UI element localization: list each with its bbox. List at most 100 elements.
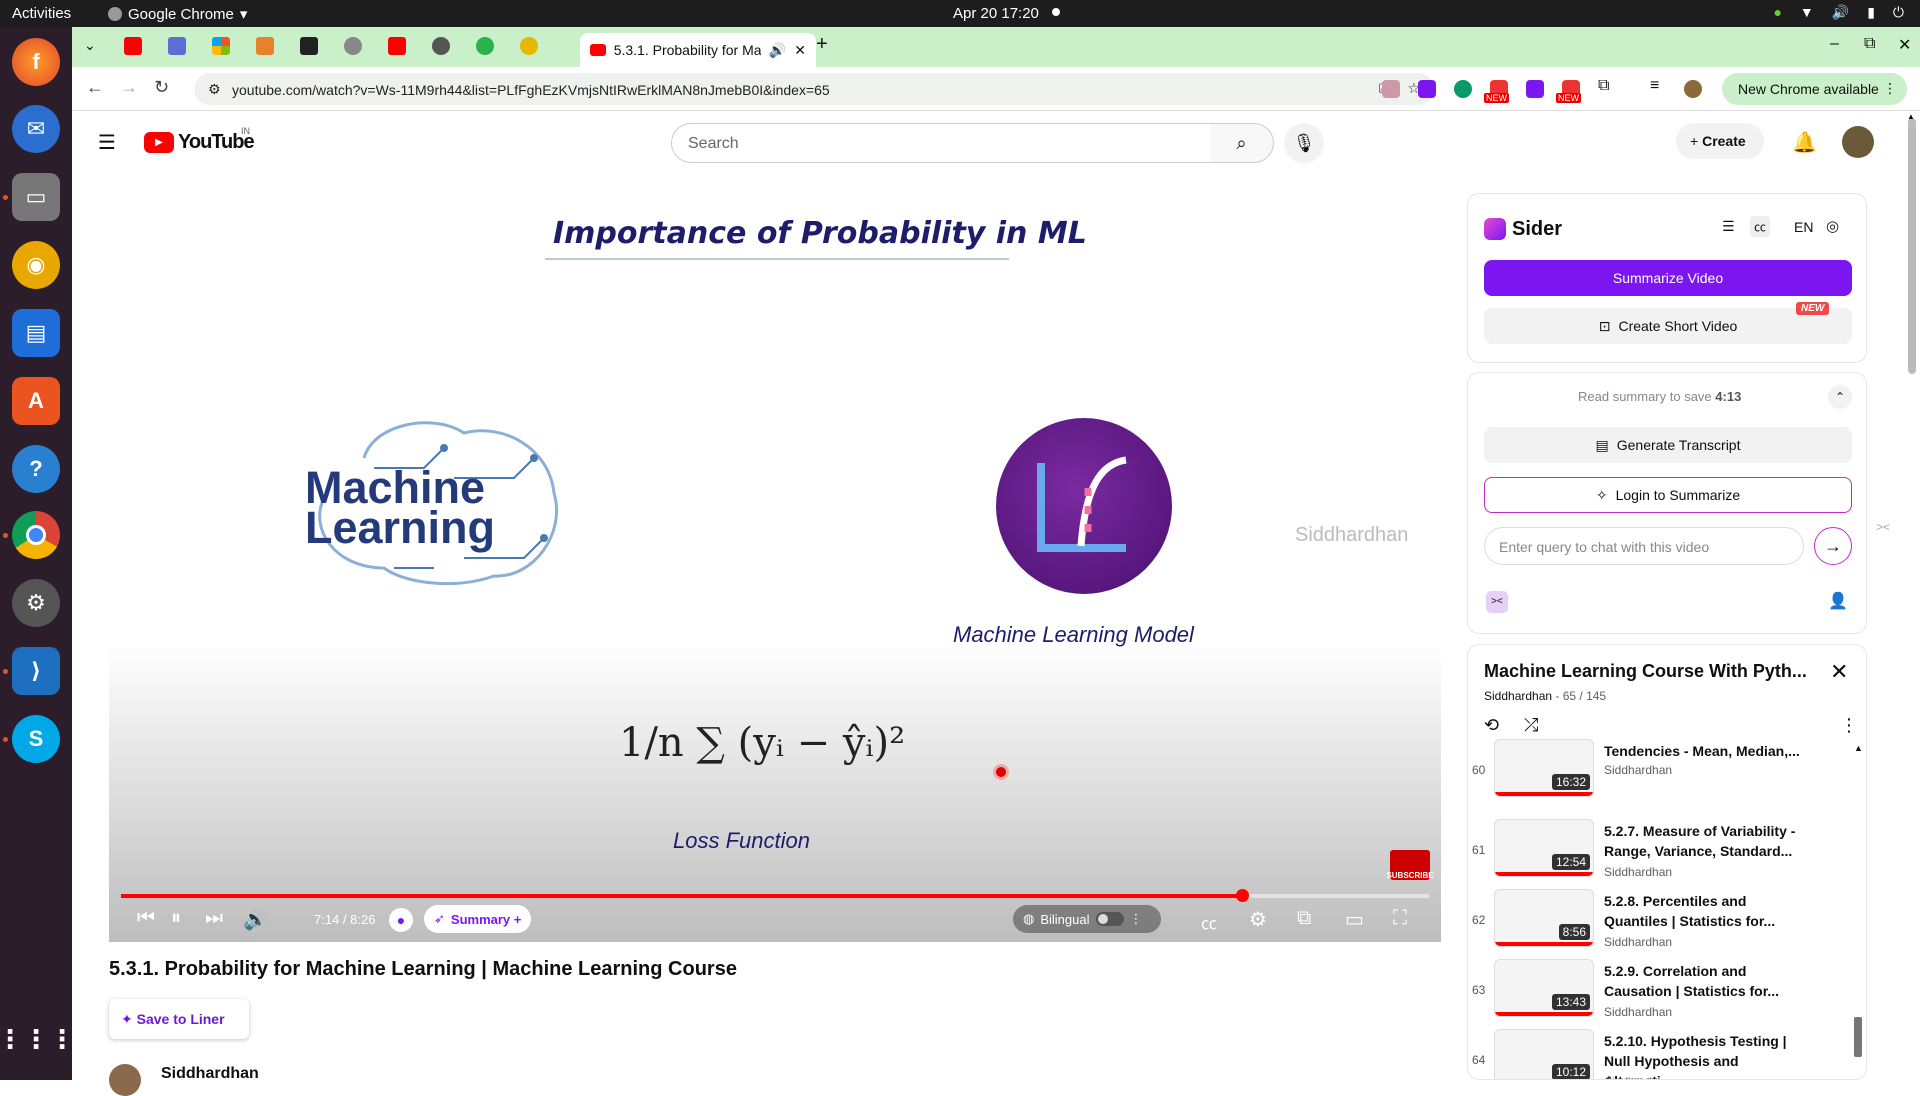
settings-button[interactable]: ⚙ (1249, 907, 1267, 932)
skype-icon[interactable]: S (12, 715, 60, 763)
theater-button[interactable]: ▭ (1345, 907, 1364, 932)
hamburger-icon[interactable]: ☰ (98, 130, 116, 155)
playlist-item[interactable]: 63 13:43 5.2.9. Correlation and Causation … (1468, 959, 1866, 1029)
pause-button[interactable]: ⏸ (171, 907, 181, 930)
more-icon[interactable]: ⋮ (1130, 911, 1143, 927)
help-icon[interactable]: ? (12, 445, 60, 493)
next-button[interactable]: ⏭ (205, 907, 223, 930)
clock[interactable]: Apr 20 17:20 (953, 5, 1039, 22)
playlist-scrollbar[interactable] (1854, 1017, 1862, 1057)
tab-active[interactable]: 5.3.1. Probability for Ma 🔊 ✕ (580, 33, 816, 67)
vscode-icon[interactable]: ⟩ (12, 647, 60, 695)
search-button[interactable]: ⌕ (1210, 123, 1274, 163)
subscribe-watermark[interactable]: SUBSCRIBE (1386, 850, 1434, 880)
new-tab-button[interactable]: + (816, 33, 828, 56)
playlist-item[interactable]: 60 16:32 Tendencies - Mean, Median,... Sidd… (1468, 739, 1866, 809)
location-icon[interactable]: ● (389, 908, 413, 932)
toggle-switch[interactable] (1095, 912, 1124, 926)
playlist-item-title[interactable]: 5.2.7. Measure of Variability - Range, V… (1604, 821, 1804, 861)
thunderbird-icon[interactable]: ✉ (12, 105, 60, 153)
progress-bar[interactable] (121, 889, 1429, 902)
video-thumbnail[interactable]: 12:54 (1494, 819, 1594, 877)
list-view-icon[interactable]: ☰ (1722, 218, 1735, 235)
tab-globe[interactable] (344, 37, 362, 55)
puzzle-icon[interactable]: ⧉ (1598, 77, 1616, 95)
youtube-logo[interactable]: ▶ YouTube (144, 131, 255, 154)
settings-icon[interactable]: ⚙ (12, 579, 60, 627)
save-to-liner-button[interactable]: ✦ Save to Liner (109, 999, 249, 1039)
sider-extension-icon[interactable] (1526, 80, 1544, 98)
close-playlist-icon[interactable]: ✕ (1830, 659, 1848, 685)
page-scrollbar[interactable] (1908, 118, 1916, 374)
video-thumbnail[interactable]: 16:32 (1494, 739, 1594, 797)
send-arrow-icon[interactable]: → (1814, 527, 1852, 565)
minimize-button[interactable]: – (1830, 35, 1839, 53)
new-chrome-button[interactable]: New Chrome available ⋮ (1722, 73, 1907, 105)
generate-transcript-button[interactable]: ▤ Generate Transcript (1484, 427, 1852, 463)
video-thumbnail[interactable]: 13:43 (1494, 959, 1594, 1017)
sider-side-tab-icon[interactable]: >< (1876, 520, 1890, 534)
tab-openai[interactable] (432, 37, 450, 55)
playlist-item-title[interactable]: Tendencies - Mean, Median,... (1604, 741, 1804, 761)
profile-avatar[interactable] (1684, 80, 1702, 98)
extension-icon[interactable] (1382, 80, 1400, 98)
sider-mini-icon[interactable]: >< (1486, 591, 1508, 613)
tab-microsoft[interactable] (212, 37, 230, 55)
voice-search-button[interactable]: 🎙 (1284, 123, 1324, 163)
media-control-icon[interactable]: ≡ (1650, 77, 1668, 95)
tab-aws[interactable] (300, 37, 318, 55)
address-bar[interactable]: ⚙ youtube.com/watch?v=Ws-11M9rh44&list=P… (194, 73, 1434, 105)
system-tray[interactable]: ● ▼ 🔊 ▮ ⏻ (1773, 4, 1904, 21)
tab-green[interactable] (476, 37, 494, 55)
summarize-video-button[interactable]: Summarize Video (1484, 260, 1852, 296)
audio-icon[interactable]: 🔊 (769, 42, 786, 59)
fullscreen-button[interactable]: ⛶ (1393, 907, 1407, 930)
tab-youtube[interactable] (124, 37, 142, 55)
kebab-menu-icon[interactable]: ⋮ (1883, 80, 1897, 97)
scrubber-handle[interactable] (1235, 889, 1249, 902)
playlist-item[interactable]: 62 8:56 5.2.8. Percentiles and Quantiles |… (1468, 889, 1866, 959)
video-player[interactable]: Importance of Probability in ML Machine … (109, 172, 1441, 942)
playlist-item-title[interactable]: 5.2.8. Percentiles and Quantiles | Stati… (1604, 891, 1804, 931)
playlist-item-title[interactable]: 5.2.9. Correlation and Causation | Stati… (1604, 961, 1804, 1001)
playlist-item-title[interactable]: 5.2.10. Hypothesis Testing | Null Hypoth… (1604, 1031, 1804, 1079)
volume-button[interactable]: 🔊 (243, 907, 268, 932)
summary-button[interactable]: ➶ Summary + (424, 905, 532, 933)
close-window-button[interactable]: ✕ (1898, 35, 1911, 55)
bilingual-toggle[interactable]: ◍ Bilingual ⋮ (1013, 905, 1161, 933)
firefox-icon[interactable]: f (12, 38, 60, 86)
tab-yellow[interactable] (520, 37, 538, 55)
playlist-scroll-up-icon[interactable]: ▲ (1854, 743, 1863, 753)
playlist-item[interactable]: 61 12:54 5.2.7. Measure of Variability - R… (1468, 819, 1866, 889)
grammarly-icon[interactable] (1454, 80, 1472, 98)
collapse-icon[interactable]: ⌃ (1828, 385, 1852, 409)
account-avatar[interactable] (1842, 126, 1874, 158)
scroll-up-arrow[interactable]: ▲ (1907, 112, 1915, 121)
sider-settings-icon[interactable]: ◎ (1826, 217, 1839, 235)
login-to-summarize-button[interactable]: ✧ Login to Summarize (1484, 477, 1852, 513)
chrome-dock-icon[interactable] (12, 511, 60, 559)
playlist-channel[interactable]: Siddhardhan (1484, 689, 1552, 703)
close-tab-icon[interactable]: ✕ (794, 42, 806, 59)
language-selector[interactable]: EN (1794, 219, 1813, 235)
notifications-icon[interactable]: 🔔 (1792, 130, 1817, 155)
tab-docs[interactable] (168, 37, 186, 55)
app-menu[interactable]: Google Chrome ▾ (108, 5, 247, 23)
maximize-button[interactable]: ⧉ (1864, 35, 1875, 53)
rhythmbox-icon[interactable]: ◉ (12, 241, 60, 289)
playlist-menu-icon[interactable]: ⋮ (1840, 715, 1858, 736)
channel-avatar[interactable] (109, 1064, 141, 1096)
site-info-icon[interactable]: ⚙ (208, 81, 221, 98)
user-icon[interactable]: 👤 (1828, 591, 1848, 611)
app-grid-icon[interactable]: ⋮⋮⋮ (0, 1015, 75, 1063)
pen-extension-icon[interactable] (1418, 80, 1436, 98)
loop-icon[interactable]: ⟲ (1484, 715, 1499, 736)
playlist-title[interactable]: Machine Learning Course With Pyth... (1484, 661, 1814, 682)
shuffle-icon[interactable]: ⤮ (1524, 715, 1538, 736)
miniplayer-button[interactable]: ⧉ (1297, 907, 1311, 930)
tab-search-icon[interactable]: ⌄ (84, 37, 96, 54)
files-icon[interactable]: ▭ (12, 173, 60, 221)
video-thumbnail[interactable]: 8:56 (1494, 889, 1594, 947)
chat-query-input[interactable]: Enter query to chat with this video (1484, 527, 1804, 565)
reload-button[interactable]: ↻ (154, 77, 169, 98)
